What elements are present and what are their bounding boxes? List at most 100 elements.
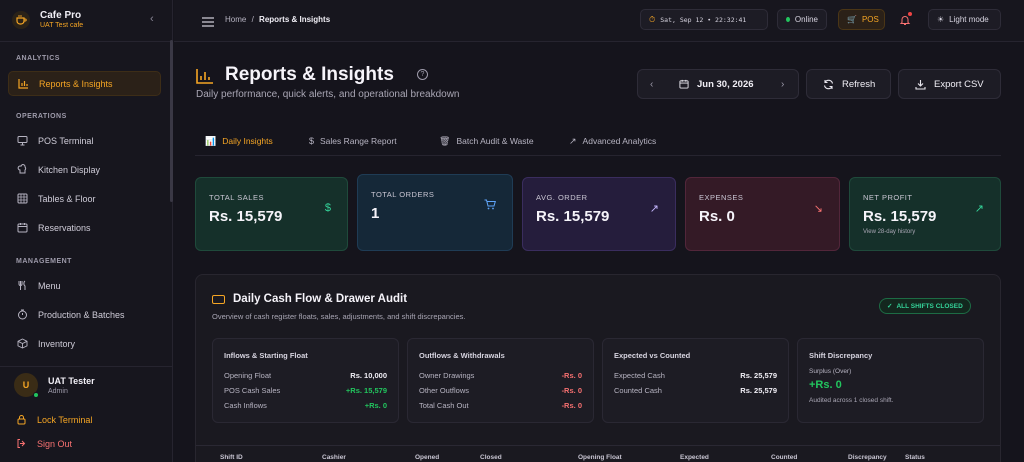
row-label: POS Cash Sales [224,386,281,395]
sidebar-item-label: Reports & Insights [39,78,113,89]
trend-up-icon: ↗ [974,203,984,215]
kpi-card-net-profit: NET PROFIT Rs. 15,579 View 28-day histor… [849,177,1001,251]
row-opening-float: Opening Float Rs. 10,000 [224,368,387,383]
status-badge-label: ALL SHIFTS CLOSED [896,302,963,310]
brand-header: Cafe Pro UAT Test cafe ‹ [0,0,173,42]
tab-sales-range-report[interactable]: $ Sales Range Report [293,127,423,155]
row-total-cash-out: Total Cash Out -Rs. 0 [419,398,582,413]
user-role: Admin [48,388,68,395]
date-picker: ‹ Jun 30, 2026 › [637,69,799,99]
view-history-link[interactable]: View 28-day history [863,229,987,235]
inflows-box: Inflows & Starting Float Opening Float Rs… [212,338,399,423]
sidebar-item-pos-terminal[interactable]: POS Terminal [8,128,161,153]
hamburger-menu-icon[interactable] [202,14,214,27]
section-operations: OPERATIONS [16,113,67,120]
row-value: +Rs. 0 [364,401,387,410]
breadcrumb-current: Reports & Insights [259,15,331,24]
brand-name: Cafe Pro [40,10,82,21]
column-header: Expected [680,454,709,461]
pos-button[interactable]: 🛒 POS [838,9,885,30]
page-subtitle: Daily performance, quick alerts, and ope… [196,89,460,100]
help-icon[interactable]: ? [417,69,428,80]
column-header: Opening Float [578,454,622,461]
row-value: +Rs. 15,579 [345,386,387,395]
box-title: Shift Discrepancy [809,351,873,360]
row-owner-drawings: Owner Drawings -Rs. 0 [419,368,582,383]
sign-out-icon [16,438,27,449]
tab-batch-audit-waste[interactable]: 🗑 Batch Audit & Waste [423,127,557,155]
row-label: Expected Cash [614,371,665,380]
main-content: Reports & Insights ? Daily performance, … [174,43,1024,462]
chevron-left-icon[interactable]: ‹ [650,79,653,90]
sidebar-item-label: POS Terminal [38,135,94,146]
trend-icon: ↗ [569,135,577,146]
column-header: Shift ID [220,454,243,461]
tab-divider [195,155,1001,156]
monitor-icon [17,135,28,146]
sidebar-item-label: Inventory [38,338,76,349]
row-label: Other Outflows [419,386,470,395]
tab-daily-insights[interactable]: 📊 Daily Insights [195,127,293,156]
lock-terminal-label: Lock Terminal [37,414,93,425]
row-value: Rs. 25,579 [740,386,777,395]
row-value: Rs. 25,579 [740,371,777,380]
sidebar-item-reservations[interactable]: Reservations [8,215,161,240]
column-header: Counted [771,454,798,461]
lock-terminal-button[interactable]: Lock Terminal [16,414,92,425]
kpi-card-total-sales: TOTAL SALES Rs. 15,579 $ [195,177,348,251]
light-mode-toggle[interactable]: ☀ Light mode [928,9,1001,30]
discrepancy-value: +Rs. 0 [809,379,842,391]
sidebar-item-tables[interactable]: Tables & Floor [8,186,161,211]
sidebar-scrollbar[interactable] [170,40,173,202]
row-label: Cash Inflows [224,401,267,410]
bar-chart-icon: 📊 [205,135,217,146]
sign-out-button[interactable]: Sign Out [16,438,72,449]
refresh-icon [823,79,834,92]
collapse-sidebar-icon[interactable]: ‹ [150,13,154,25]
refresh-button[interactable]: Refresh [806,69,891,99]
date-label[interactable]: Jun 30, 2026 [697,79,754,90]
tab-advanced-analytics[interactable]: ↗ Advanced Analytics [557,127,687,155]
column-header: Cashier [322,454,346,461]
row-value: -Rs. 0 [561,386,582,395]
chef-icon [17,164,28,175]
arrow-down-right-icon: ↘ [813,203,823,215]
row-label: Counted Cash [614,386,662,395]
row-value: -Rs. 0 [561,371,582,380]
breadcrumb: Home / Reports & Insights [225,15,330,24]
sidebar-item-label: Menu [38,280,61,291]
expected-vs-counted-box: Expected vs Counted Expected Cash Rs. 25,… [602,338,789,423]
timer-icon [17,309,28,320]
chevron-right-icon[interactable]: › [781,79,784,90]
export-csv-button[interactable]: Export CSV [898,69,1001,99]
sidebar-item-kitchen-display[interactable]: Kitchen Display [8,157,161,182]
calendar-icon [679,79,689,91]
kpi-value: Rs. 15,579 [536,208,610,225]
sidebar-item-inventory[interactable]: Inventory [8,331,161,356]
sidebar: Cafe Pro UAT Test cafe ‹ ANALYTICS Repor… [0,0,173,462]
shift-discrepancy-box: Shift Discrepancy Surplus (Over) +Rs. 0 … [797,338,984,423]
report-tabs: 📊 Daily Insights $ Sales Range Report 🗑 … [195,127,687,156]
kpi-card-avg-order: AVG. ORDER Rs. 15,579 ↗ [522,177,676,251]
cash-icon [212,295,225,304]
breadcrumb-home[interactable]: Home [225,15,246,24]
online-status-dot [33,392,39,398]
row-other-outflows: Other Outflows -Rs. 0 [419,383,582,398]
sidebar-item-menu[interactable]: Menu [8,273,161,298]
trash-icon: 🗑 [439,135,451,146]
clock-display: ⏱ Sat, Sep 12 • 22:32:41 [640,9,768,30]
grid-icon [17,193,28,204]
kpi-label: AVG. ORDER [536,193,588,202]
kpi-label: TOTAL ORDERS [371,190,435,199]
sidebar-item-production[interactable]: Production & Batches [8,302,161,327]
row-label: Opening Float [224,371,272,380]
bar-chart-icon [18,78,29,89]
online-status-badge: Online [777,9,827,30]
status-badge: ✓ ALL SHIFTS CLOSED [879,298,971,314]
cash-flow-panel: Daily Cash Flow & Drawer Audit Overview … [195,274,1001,462]
row-counted-cash: Counted Cash Rs. 25,579 [614,383,777,398]
sidebar-item-reports[interactable]: Reports & Insights [8,71,161,96]
kpi-label: NET PROFIT [863,193,913,202]
sidebar-item-label: Tables & Floor [38,193,96,204]
app: Cafe Pro UAT Test cafe ‹ ANALYTICS Repor… [0,0,1024,462]
